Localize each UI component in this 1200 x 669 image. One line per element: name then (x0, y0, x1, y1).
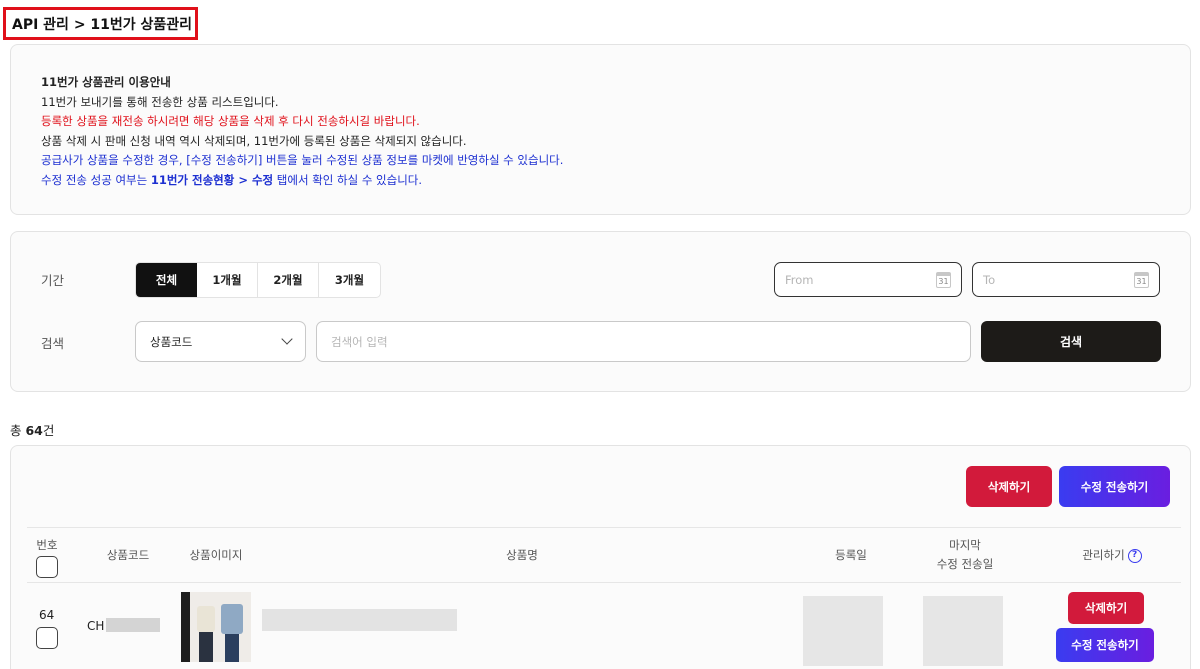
help-icon[interactable]: ? (1127, 548, 1142, 563)
notice-panel: 11번가 상품관리 이용안내 11번가 보내기를 통해 전송한 상품 리스트입니… (10, 44, 1191, 215)
header-last-sent-line1: 마지막 (949, 538, 981, 552)
date-to-placeholder: To (983, 272, 996, 287)
header-no-label: 번호 (36, 538, 58, 552)
period-label: 기간 (41, 273, 65, 288)
period-1month-button[interactable]: 1개월 (197, 263, 258, 297)
period-2month-button[interactable]: 2개월 (258, 263, 320, 297)
product-thumbnail[interactable] (181, 592, 251, 662)
row-no: 64 (39, 608, 55, 622)
total-suffix: 건 (42, 423, 55, 438)
notice-line-5: 수정 전송 성공 여부는 11번가 전송현황 > 수정 탭에서 확인 하실 수 … (41, 171, 1160, 191)
total-count: 총 64건 (10, 420, 54, 439)
resend-selected-button[interactable]: 수정 전송하기 (1059, 466, 1170, 507)
header-code: 상품코드 (106, 548, 150, 562)
search-type-select[interactable]: 상품코드 (135, 321, 306, 362)
search-input[interactable] (316, 321, 971, 362)
calendar-icon[interactable]: 31 (1134, 271, 1149, 288)
header-last-sent-line2: 수정 전송일 (936, 557, 994, 571)
notice-title: 11번가 상품관리 이용안내 (41, 75, 171, 89)
date-to-field[interactable]: To 31 (972, 262, 1160, 297)
total-prefix: 총 (10, 423, 26, 438)
select-all-checkbox[interactable] (36, 556, 58, 578)
header-manage-label: 관리하기 (1082, 548, 1125, 562)
header-last-sent: 마지막 수정 전송일 (920, 536, 1010, 574)
redacted-last-sent-date (923, 596, 1003, 666)
total-number: 64 (25, 423, 43, 438)
notice-line-2: 등록한 상품을 재전송 하시려면 해당 상품을 삭제 후 다시 전송하시길 바랍… (41, 114, 420, 129)
notice-line-5-prefix: 수정 전송 성공 여부는 (41, 172, 151, 187)
row-delete-button[interactable]: 삭제하기 (1068, 592, 1144, 624)
header-manage: 관리하기? (1067, 546, 1157, 565)
redacted-product-name[interactable] (262, 609, 457, 631)
notice-line-5-suffix: 탭에서 확인 하실 수 있습니다. (273, 172, 423, 187)
chevron-down-icon (281, 333, 293, 345)
period-segment: 전체 1개월 2개월 3개월 (135, 262, 381, 298)
header-no: 번호 (32, 536, 62, 555)
breadcrumb: API 관리 > 11번가 상품관리 (3, 7, 198, 40)
notice-line-1: 11번가 보내기를 통해 전송한 상품 리스트입니다. (41, 94, 279, 109)
period-all-button[interactable]: 전체 (136, 263, 197, 297)
row-resend-button[interactable]: 수정 전송하기 (1056, 628, 1154, 662)
header-registered: 등록일 (835, 548, 867, 562)
redacted-registered-date (803, 596, 883, 666)
date-from-placeholder: From (785, 272, 814, 287)
notice-line-5-bold: 11번가 전송현황 > 수정 (150, 172, 274, 187)
header-name: 상품명 (506, 548, 538, 562)
delete-selected-button[interactable]: 삭제하기 (966, 466, 1052, 507)
row-checkbox[interactable] (36, 627, 58, 649)
date-from-field[interactable]: From 31 (774, 262, 962, 297)
product-list-panel: 삭제하기 수정 전송하기 번호 상품코드 상품이미지 상품명 등록일 마지막 수… (10, 445, 1191, 669)
notice-line-4: 공급사가 상품을 수정한 경우, [수정 전송하기] 버튼을 눌러 수정된 상품… (41, 153, 564, 168)
redacted-code (106, 618, 160, 632)
calendar-icon[interactable]: 31 (936, 271, 951, 288)
search-button[interactable]: 검색 (981, 321, 1161, 362)
row-code-prefix: CH (87, 619, 105, 633)
header-image: 상품이미지 (189, 548, 243, 562)
search-label: 검색 (41, 336, 65, 351)
notice-line-3: 상품 삭제 시 판매 신청 내역 역시 삭제되며, 11번가에 등록된 상품은 … (41, 133, 467, 148)
period-3month-button[interactable]: 3개월 (319, 263, 380, 297)
filter-panel: 기간 전체 1개월 2개월 3개월 From 31 To 31 검색 상품코드 … (10, 231, 1191, 392)
search-type-value: 상품코드 (150, 334, 193, 349)
table-header: 번호 상품코드 상품이미지 상품명 등록일 마지막 수정 전송일 관리하기? (27, 527, 1181, 583)
row-code: CH (87, 619, 104, 633)
